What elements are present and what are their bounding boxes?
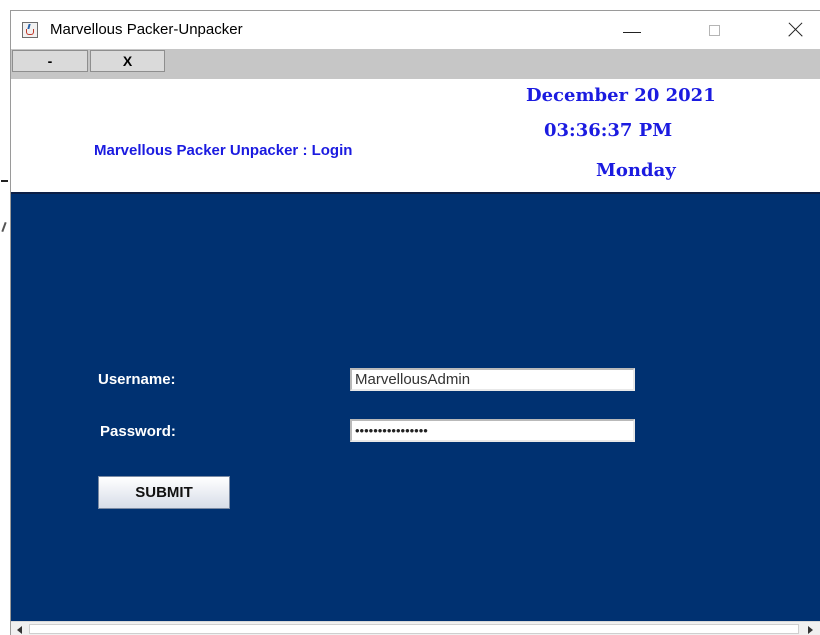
java-cup-icon[interactable] <box>22 22 38 38</box>
window-title: Marvellous Packer-Unpacker <box>50 21 243 38</box>
password-label: Password: <box>100 423 176 440</box>
maximize-window-button[interactable] <box>692 11 738 49</box>
background-mark <box>1 221 7 233</box>
password-input[interactable] <box>350 419 635 442</box>
username-label: Username: <box>98 371 176 388</box>
toolbar: - X <box>11 49 820 79</box>
minimize-button[interactable]: - <box>12 50 88 72</box>
close-button[interactable]: X <box>90 50 165 72</box>
close-window-button[interactable] <box>771 11 817 49</box>
time-display: 03:36:37 PM <box>544 120 673 141</box>
day-display: Monday <box>596 160 676 181</box>
horizontal-scrollbar[interactable] <box>11 621 820 635</box>
submit-button[interactable]: SUBMIT <box>98 476 230 509</box>
title-bar[interactable]: Marvellous Packer-Unpacker <box>11 11 820 49</box>
minimize-window-button[interactable] <box>608 11 654 49</box>
scroll-left-arrow-icon[interactable] <box>13 623 27 635</box>
login-window: Marvellous Packer-Unpacker - X Marvellou… <box>10 10 820 635</box>
background-mark <box>1 180 8 182</box>
username-input[interactable] <box>350 368 635 391</box>
date-display: December 20 2021 <box>526 85 716 106</box>
login-form-panel: Username: Password: SUBMIT <box>11 194 820 621</box>
background-window-edge <box>0 0 10 635</box>
header-panel: Marvellous Packer Unpacker : Login Decem… <box>11 79 820 192</box>
scrollbar-track[interactable] <box>29 624 799 634</box>
scroll-right-arrow-icon[interactable] <box>803 623 817 635</box>
page-title: Marvellous Packer Unpacker : Login <box>94 142 353 159</box>
